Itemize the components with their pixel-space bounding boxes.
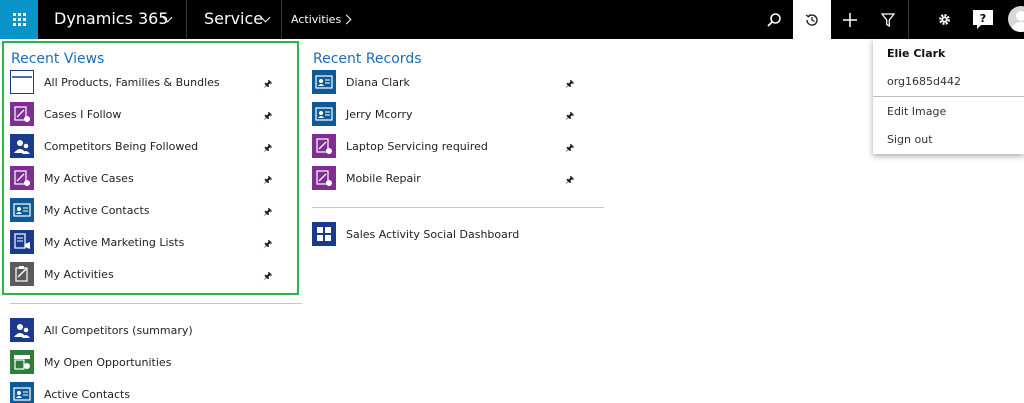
recent-record-label: Mobile Repair	[346, 171, 421, 185]
recent-view-label: Cases I Follow	[44, 107, 122, 121]
pin-icon[interactable]: 🖈︎	[263, 237, 272, 254]
contact-card-icon	[312, 70, 336, 94]
view-label: Active Contacts	[44, 387, 131, 401]
chevron-right-icon[interactable]	[341, 14, 352, 25]
recent-record-item[interactable]: Mobile Repair	[312, 165, 421, 191]
recent-view-item[interactable]: My Activities	[10, 261, 114, 287]
recent-view-item[interactable]: My Active Cases	[10, 165, 134, 191]
recent-record-label: Jerry Mcorry	[346, 107, 413, 121]
case-icon	[10, 166, 34, 190]
recent-view-label: My Active Contacts	[44, 203, 150, 217]
top-nav-bar: Dynamics 365 Service Activities ?	[0, 0, 1024, 39]
history-icon	[805, 13, 818, 26]
opportunity-icon	[10, 350, 34, 374]
pin-icon[interactable]: 🖈︎	[565, 141, 574, 158]
user-menu: Elie Clark org1685d442 Edit Image Sign o…	[873, 39, 1024, 154]
case-icon	[10, 102, 34, 126]
pin-icon[interactable]: 🖈︎	[263, 173, 272, 190]
section-divider	[10, 303, 302, 304]
recent-record-item[interactable]: Laptop Servicing required	[312, 133, 488, 159]
app-launcher-button[interactable]	[0, 0, 38, 39]
user-name: Elie Clark	[887, 47, 946, 60]
recent-view-label: My Active Marketing Lists	[44, 235, 185, 249]
help-button[interactable]: ?	[964, 0, 1002, 39]
menu-divider	[873, 96, 1024, 97]
marketing-list-icon	[10, 230, 34, 254]
recent-record-label: Diana Clark	[346, 75, 410, 89]
competitor-icon	[10, 318, 34, 342]
recent-view-item[interactable]: My Active Marketing Lists	[10, 229, 184, 255]
view-label: My Open Opportunities	[44, 355, 172, 369]
recent-view-label: My Active Cases	[44, 171, 134, 185]
gear-icon	[938, 14, 950, 25]
search-button[interactable]	[755, 0, 793, 39]
nav-divider	[908, 0, 909, 39]
app-title[interactable]: Dynamics 365	[54, 9, 169, 28]
pin-icon[interactable]: 🖈︎	[565, 77, 574, 94]
recent-view-label: Competitors Being Followed	[44, 139, 199, 153]
recent-record-item[interactable]: Diana Clark	[312, 69, 410, 95]
pin-icon[interactable]: 🖈︎	[565, 109, 574, 126]
contact-card-icon	[10, 382, 34, 403]
view-item[interactable]: Active Contacts	[10, 381, 130, 403]
view-label: All Competitors (summary)	[44, 323, 193, 337]
recent-records-title: Recent Records	[313, 51, 422, 67]
search-icon	[767, 12, 781, 27]
settings-button[interactable]	[925, 0, 963, 39]
edit-image-menu-item[interactable]: Edit Image	[887, 105, 946, 118]
plus-icon	[843, 12, 857, 27]
filter-icon	[881, 12, 895, 27]
advanced-find-button[interactable]	[869, 0, 907, 39]
contact-card-icon	[10, 198, 34, 222]
recent-record-label: Laptop Servicing required	[346, 139, 488, 153]
user-avatar[interactable]	[1008, 6, 1024, 32]
activity-icon	[10, 262, 34, 286]
pin-icon[interactable]: 🖈︎	[565, 173, 574, 190]
window-icon	[10, 70, 34, 94]
entity-breadcrumb[interactable]: Activities	[291, 13, 341, 26]
help-icon: ?	[973, 9, 993, 29]
recent-views-title: Recent Views	[11, 51, 105, 67]
create-button[interactable]	[831, 0, 869, 39]
area-title[interactable]: Service	[204, 9, 263, 28]
sign-out-menu-item[interactable]: Sign out	[887, 133, 933, 146]
dashboard-icon	[312, 222, 336, 246]
view-item[interactable]: All Competitors (summary)	[10, 317, 193, 343]
pin-icon[interactable]: 🖈︎	[263, 109, 272, 126]
recent-view-item[interactable]: My Active Contacts	[10, 197, 150, 223]
waffle-icon	[12, 13, 26, 26]
recent-record-item[interactable]: Jerry Mcorry	[312, 101, 413, 127]
user-org: org1685d442	[887, 75, 962, 88]
recent-view-item[interactable]: Cases I Follow	[10, 101, 121, 127]
recent-view-item[interactable]: All Products, Families & Bundles	[10, 69, 220, 95]
competitor-icon	[10, 134, 34, 158]
contact-card-icon	[312, 102, 336, 126]
view-item[interactable]: My Open Opportunities	[10, 349, 171, 375]
pin-icon[interactable]: 🖈︎	[263, 269, 272, 286]
recent-view-item[interactable]: Competitors Being Followed	[10, 133, 198, 159]
case-icon	[312, 166, 336, 190]
recent-items-button[interactable]	[793, 0, 831, 39]
recent-view-label: All Products, Families & Bundles	[44, 75, 220, 89]
recent-view-label: My Activities	[44, 267, 114, 281]
nav-divider	[281, 0, 282, 39]
dashboard-label: Sales Activity Social Dashboard	[346, 227, 520, 241]
case-icon	[312, 134, 336, 158]
dashboard-item[interactable]: Sales Activity Social Dashboard	[312, 221, 519, 247]
pin-icon[interactable]: 🖈︎	[263, 77, 272, 94]
svg-text:?: ?	[980, 12, 986, 25]
section-divider	[312, 207, 604, 208]
pin-icon[interactable]: 🖈︎	[263, 141, 272, 158]
nav-divider	[186, 0, 187, 39]
pin-icon[interactable]: 🖈︎	[263, 205, 272, 222]
